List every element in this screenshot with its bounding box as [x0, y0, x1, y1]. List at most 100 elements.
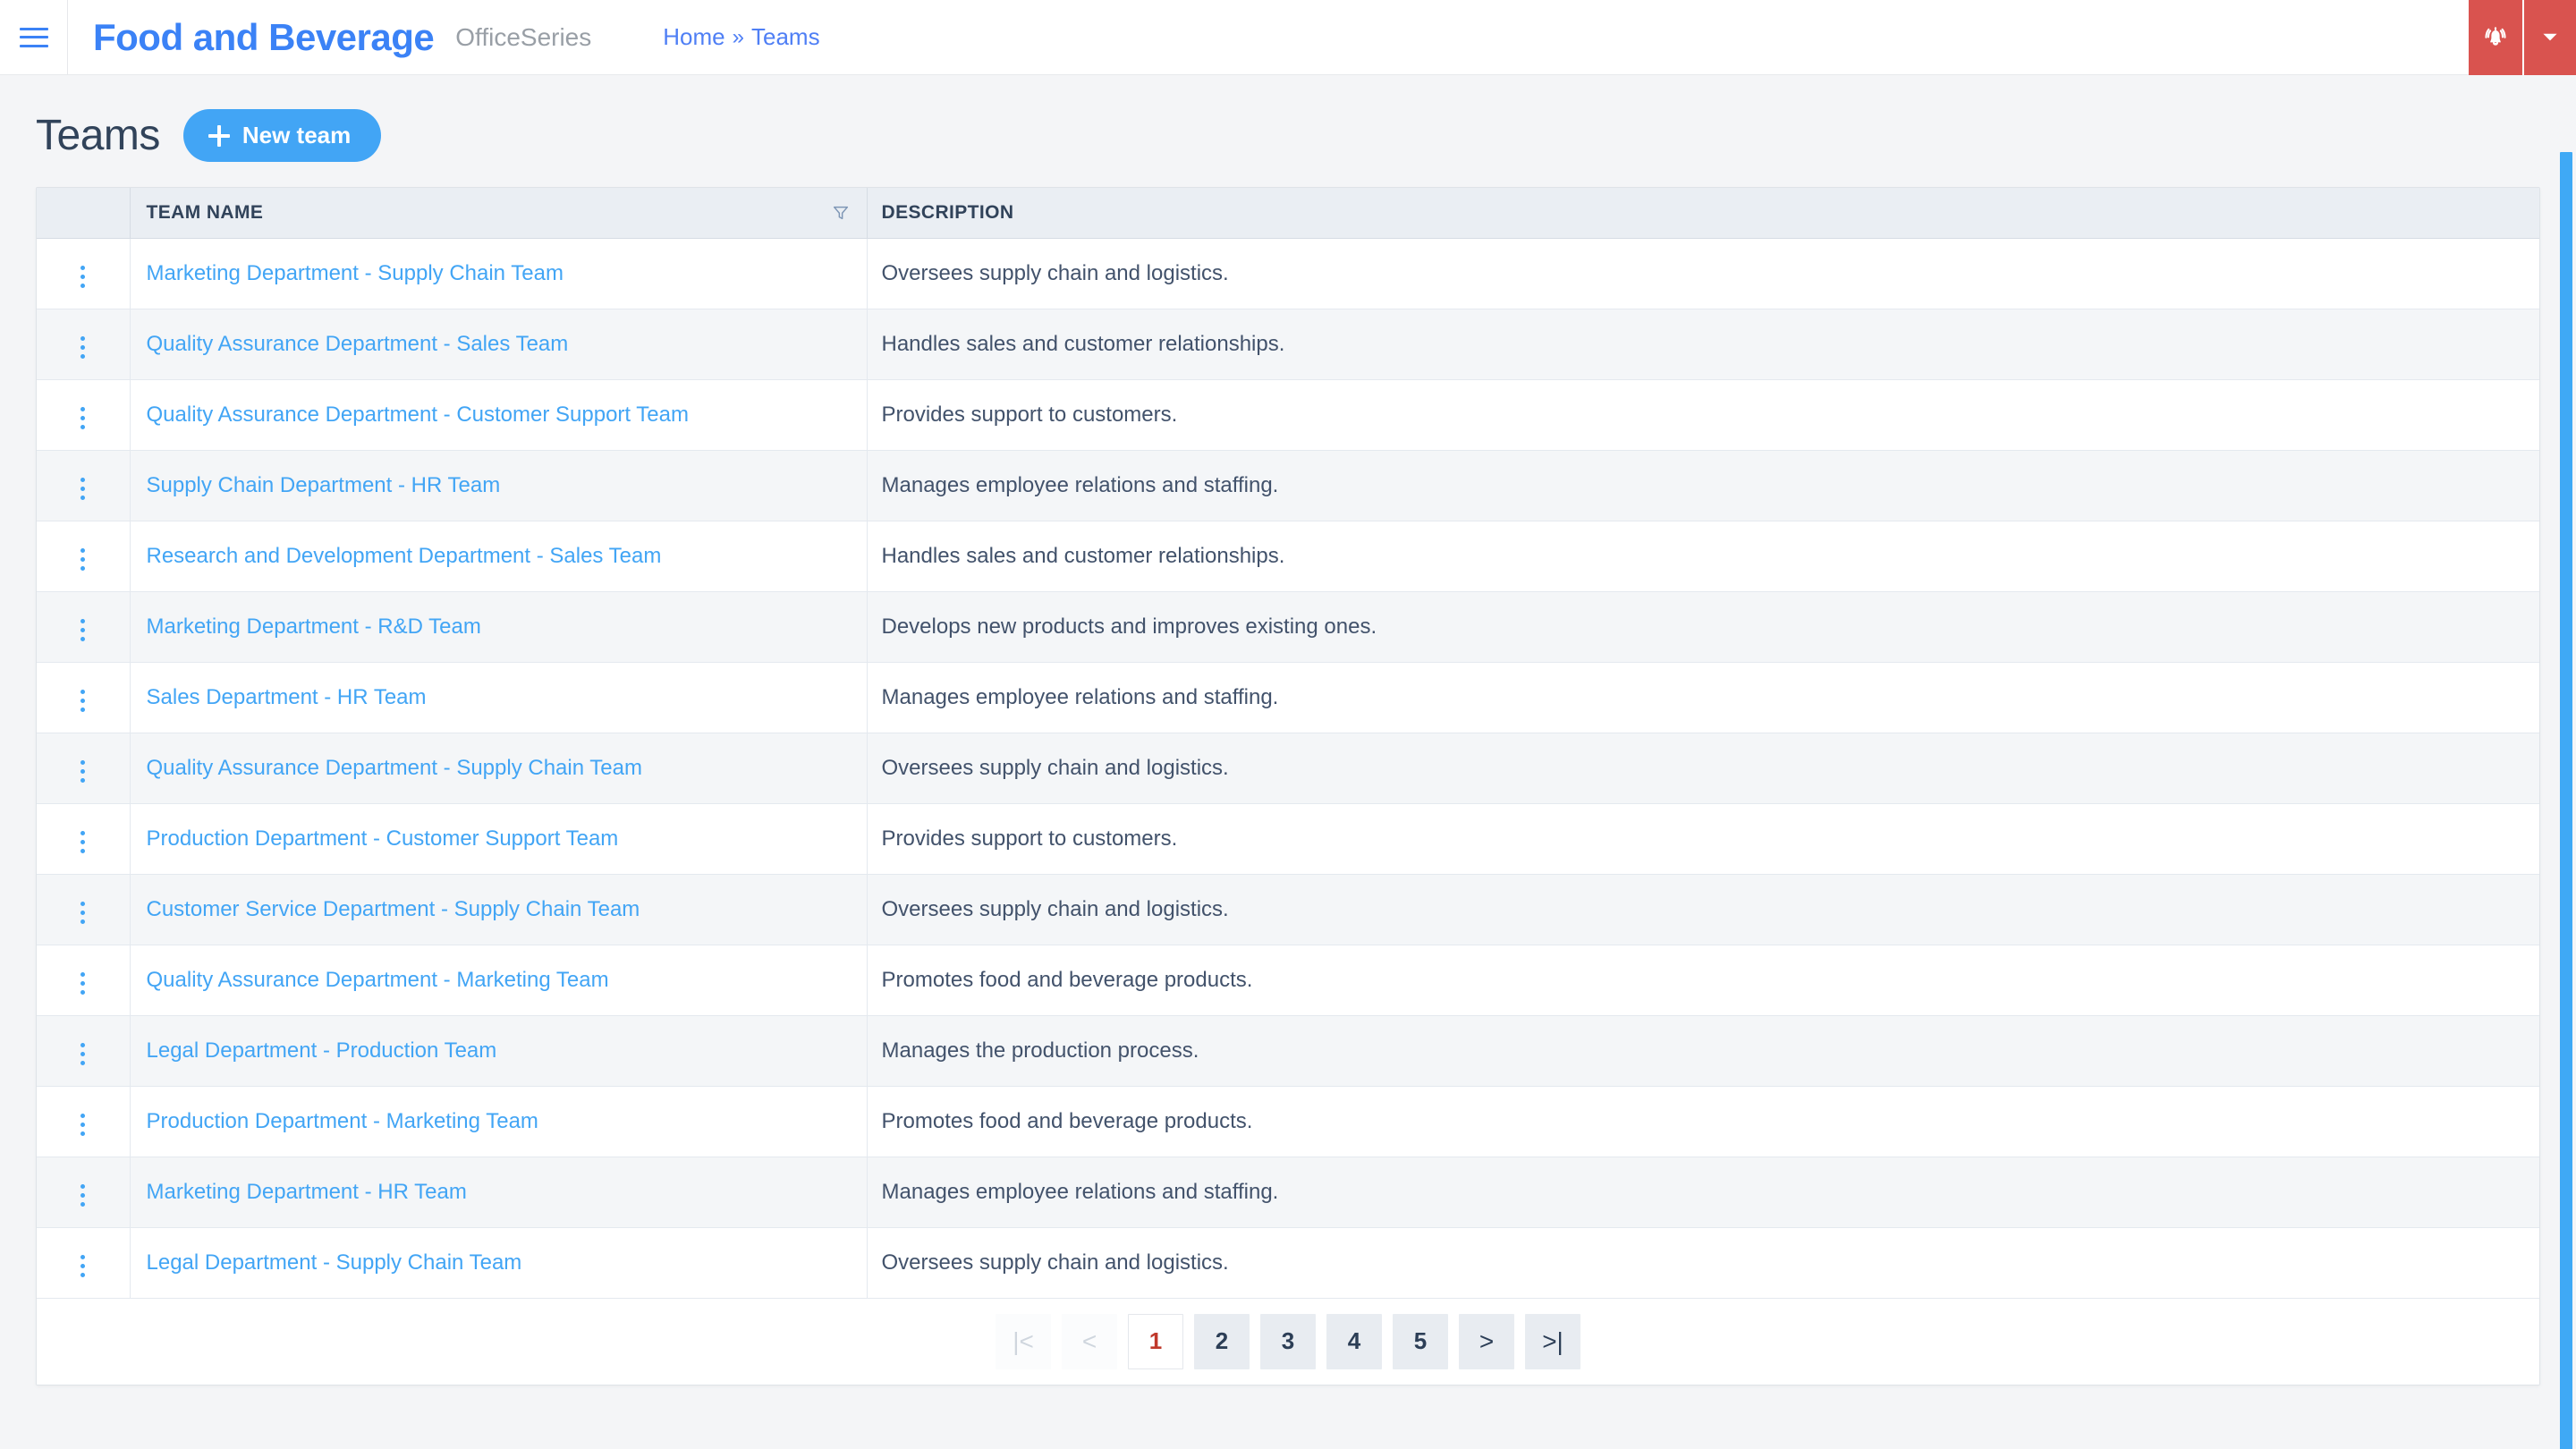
column-header-team-name[interactable]: TEAM NAME [130, 188, 868, 239]
user-dropdown-button[interactable] [2524, 0, 2576, 75]
team-name-link[interactable]: Legal Department - Production Team [147, 1038, 497, 1063]
pagination-last-button[interactable]: >| [1525, 1313, 1580, 1369]
kebab-menu-icon[interactable] [70, 1248, 96, 1284]
team-name-cell: Legal Department - Supply Chain Team [130, 1227, 868, 1299]
pagination-page-5[interactable]: 5 [1393, 1313, 1448, 1369]
team-name-link[interactable]: Quality Assurance Department - Supply Ch… [147, 756, 643, 780]
row-menu-cell [37, 662, 131, 733]
team-description-cell: Provides support to customers. [867, 379, 2539, 451]
menu-toggle-button[interactable] [0, 0, 68, 75]
kebab-menu-icon[interactable] [70, 894, 96, 931]
row-menu-cell [37, 1227, 131, 1299]
team-description-cell: Handles sales and customer relationships… [867, 521, 2539, 592]
team-name-cell: Quality Assurance Department - Customer … [130, 379, 868, 451]
kebab-menu-icon[interactable] [70, 329, 96, 366]
column-header-team-name-label: TEAM NAME [146, 201, 264, 223]
column-header-description: DESCRIPTION [867, 188, 2539, 239]
team-name-link[interactable]: Quality Assurance Department - Customer … [147, 402, 690, 427]
team-name-link[interactable]: Marketing Department - Supply Chain Team [147, 261, 564, 285]
team-name-link[interactable]: Customer Service Department - Supply Cha… [147, 897, 640, 921]
table-row: Marketing Department - HR Team Manages em… [37, 1157, 2539, 1228]
plus-icon [208, 124, 230, 147]
table-row: Legal Department - Production Team Manage… [37, 1015, 2539, 1087]
team-name-link[interactable]: Marketing Department - R&D Team [147, 614, 481, 639]
hamburger-icon [19, 27, 48, 47]
table-row: Production Department - Customer Support… [37, 803, 2539, 875]
vertical-scrollbar[interactable] [2556, 150, 2576, 1449]
kebab-menu-icon[interactable] [70, 400, 96, 436]
team-name-link[interactable]: Production Department - Marketing Team [147, 1109, 538, 1133]
team-name-cell: Research and Development Department - Sa… [130, 521, 868, 592]
breadcrumb-current-link[interactable]: Teams [751, 23, 820, 51]
team-name-link[interactable]: Sales Department - HR Team [147, 685, 427, 709]
kebab-menu-icon[interactable] [70, 258, 96, 295]
kebab-menu-icon[interactable] [70, 1106, 96, 1143]
team-name-link[interactable]: Supply Chain Department - HR Team [147, 473, 501, 497]
new-team-button-label: New team [242, 122, 352, 148]
row-menu-cell [37, 733, 131, 804]
new-team-button[interactable]: New team [182, 109, 382, 162]
table-row: Production Department - Marketing Team Pr… [37, 1086, 2539, 1157]
pagination-page-1[interactable]: 1 [1128, 1313, 1183, 1369]
column-header-menu [37, 188, 131, 239]
team-name-link[interactable]: Marketing Department - HR Team [147, 1180, 467, 1204]
pagination-page-list: 12345 [1128, 1313, 1448, 1369]
table-row: Marketing Department - R&D Team Develops … [37, 591, 2539, 663]
team-name-link[interactable]: Quality Assurance Department - Marketing… [147, 968, 609, 992]
breadcrumb: Home » Teams [663, 23, 819, 51]
kebab-menu-icon[interactable] [70, 470, 96, 507]
scrollbar-thumb[interactable] [2560, 152, 2572, 1449]
team-name-cell: Quality Assurance Department - Sales Tea… [130, 309, 868, 380]
team-name-link[interactable]: Research and Development Department - Sa… [147, 544, 662, 568]
pagination-page-2[interactable]: 2 [1194, 1313, 1250, 1369]
team-description-cell: Promotes food and beverage products. [867, 945, 2539, 1016]
notifications-button[interactable] [2469, 0, 2524, 75]
team-name-link[interactable]: Legal Department - Supply Chain Team [147, 1250, 522, 1275]
row-menu-cell [37, 521, 131, 592]
team-description-cell: Manages employee relations and staffing. [867, 450, 2539, 521]
kebab-menu-icon[interactable] [70, 824, 96, 860]
team-name-cell: Marketing Department - R&D Team [130, 591, 868, 663]
team-description-cell: Manages employee relations and staffing. [867, 1157, 2539, 1228]
table-row: Quality Assurance Department - Marketing… [37, 945, 2539, 1016]
breadcrumb-home-link[interactable]: Home [663, 23, 724, 51]
team-description-cell: Manages employee relations and staffing. [867, 662, 2539, 733]
kebab-menu-icon[interactable] [70, 541, 96, 578]
team-description-cell: Oversees supply chain and logistics. [867, 1227, 2539, 1299]
team-description-cell: Oversees supply chain and logistics. [867, 733, 2539, 804]
pagination-first-button[interactable]: |< [996, 1313, 1051, 1369]
row-menu-cell [37, 1015, 131, 1087]
team-name-link[interactable]: Quality Assurance Department - Sales Tea… [147, 332, 569, 356]
table-header-row: TEAM NAME DESCRIPTION [37, 188, 2539, 239]
kebab-menu-icon[interactable] [70, 753, 96, 790]
teams-table-card: TEAM NAME DESCRIPTION Marketing Departme… [36, 187, 2540, 1385]
kebab-menu-icon[interactable] [70, 612, 96, 648]
pagination-next-button[interactable]: > [1459, 1313, 1514, 1369]
team-name-cell: Marketing Department - Supply Chain Team [130, 238, 868, 309]
team-description-cell: Handles sales and customer relationships… [867, 309, 2539, 380]
table-row: Quality Assurance Department - Sales Tea… [37, 309, 2539, 380]
teams-table: TEAM NAME DESCRIPTION Marketing Departme… [37, 188, 2539, 1299]
pagination-page-4[interactable]: 4 [1326, 1313, 1382, 1369]
table-row: Research and Development Department - Sa… [37, 521, 2539, 592]
teams-table-head: TEAM NAME DESCRIPTION [37, 188, 2539, 239]
row-menu-cell [37, 874, 131, 945]
team-name-cell: Quality Assurance Department - Supply Ch… [130, 733, 868, 804]
row-menu-cell [37, 803, 131, 875]
table-row: Quality Assurance Department - Supply Ch… [37, 733, 2539, 804]
kebab-menu-icon[interactable] [70, 965, 96, 1002]
team-description-cell: Oversees supply chain and logistics. [867, 238, 2539, 309]
kebab-menu-icon[interactable] [70, 682, 96, 719]
filter-icon[interactable] [831, 203, 851, 223]
team-description-cell: Develops new products and improves exist… [867, 591, 2539, 663]
pagination-page-3[interactable]: 3 [1260, 1313, 1316, 1369]
team-name-cell: Quality Assurance Department - Marketing… [130, 945, 868, 1016]
team-name-cell: Customer Service Department - Supply Cha… [130, 874, 868, 945]
team-name-link[interactable]: Production Department - Customer Support… [147, 826, 619, 851]
page-header: Teams New team [0, 75, 2576, 162]
page-title: Teams [36, 112, 160, 159]
kebab-menu-icon[interactable] [70, 1036, 96, 1072]
team-name-cell: Marketing Department - HR Team [130, 1157, 868, 1228]
pagination-prev-button[interactable]: < [1062, 1313, 1117, 1369]
kebab-menu-icon[interactable] [70, 1177, 96, 1214]
